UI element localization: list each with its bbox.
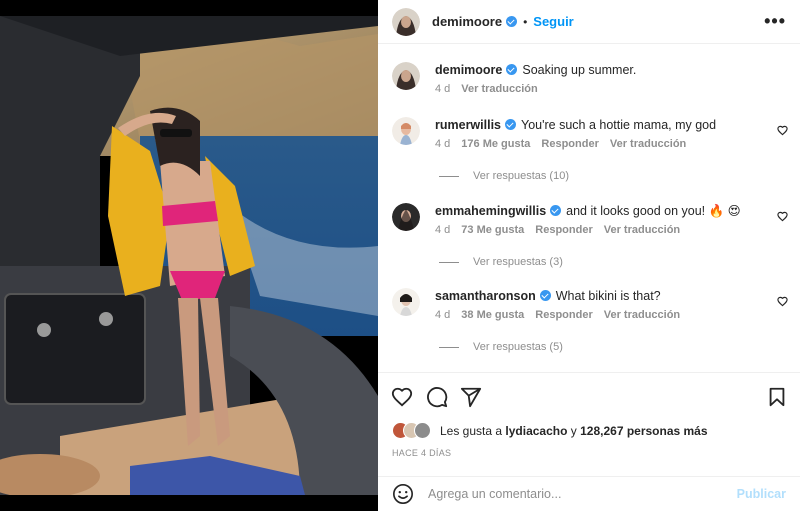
- view-replies-button[interactable]: Ver respuestas (3): [439, 256, 563, 268]
- commenter-avatar[interactable]: [392, 288, 420, 316]
- comment-text-line: rumerwillis You're such a hottie mama, my…: [435, 117, 768, 133]
- post-image: [0, 16, 378, 495]
- likes-connector: y: [570, 424, 577, 438]
- comment-age: 4 d: [435, 224, 451, 236]
- comment-translate-link[interactable]: Ver traducción: [604, 224, 680, 236]
- comment-bubble-icon[interactable]: [426, 386, 448, 408]
- author-avatar[interactable]: [392, 7, 420, 36]
- replies-divider-line: [439, 261, 459, 263]
- view-replies-button[interactable]: Ver respuestas (5): [439, 341, 563, 353]
- comment-likes-link[interactable]: 73 Me gusta: [461, 224, 524, 236]
- comment-text: You're such a hottie mama, my god: [521, 118, 717, 132]
- caption-body: demimoore Soaking up summer. 4 d Ver trad…: [435, 62, 768, 95]
- view-replies-button[interactable]: Ver respuestas (10): [439, 170, 569, 182]
- liker-avatar: [414, 422, 431, 439]
- comment-body: samantharonson What bikini is that? 4 d 3…: [435, 288, 768, 321]
- view-replies-label: Ver respuestas (10): [473, 170, 569, 182]
- comment-reply-button[interactable]: Responder: [535, 224, 592, 236]
- likes-user-link[interactable]: lydiacacho: [505, 424, 567, 438]
- comment-username[interactable]: emmahemingwillis: [435, 204, 546, 218]
- caption-text: Soaking up summer.: [522, 63, 637, 77]
- like-comment-heart-icon[interactable]: [777, 125, 788, 136]
- publish-button[interactable]: Publicar: [737, 487, 786, 501]
- post-timestamp[interactable]: HACE 4 DÍAS: [392, 448, 451, 458]
- caption-text-line: demimoore Soaking up summer.: [435, 62, 768, 78]
- verified-badge-icon: [506, 16, 518, 27]
- more-options-icon[interactable]: •••: [764, 11, 786, 32]
- emoji-icon[interactable]: [392, 483, 414, 505]
- caption-translate-link[interactable]: Ver traducción: [461, 83, 537, 95]
- comments-list[interactable]: demimoore Soaking up summer. 4 d Ver trad…: [378, 45, 800, 375]
- comment-item: emmahemingwillis and it looks good on you…: [392, 203, 788, 243]
- save-bookmark-icon[interactable]: [766, 386, 788, 408]
- verified-badge-icon: [505, 119, 516, 130]
- comment-composer: Publicar: [378, 476, 800, 511]
- comment-item: samantharonson What bikini is that? 4 d 3…: [392, 288, 788, 328]
- caption-meta: 4 d Ver traducción: [435, 83, 768, 95]
- comment-item: rumerwillis You're such a hottie mama, my…: [392, 117, 788, 157]
- comment-body: emmahemingwillis and it looks good on you…: [435, 203, 768, 236]
- comment-likes-link[interactable]: 38 Me gusta: [461, 309, 524, 321]
- comment-meta: 4 d 73 Me gusta Responder Ver traducción: [435, 224, 768, 236]
- comment-username[interactable]: rumerwillis: [435, 118, 501, 132]
- likes-prefix: Les gusta a: [440, 424, 503, 438]
- comment-reply-button[interactable]: Responder: [541, 138, 598, 150]
- share-paper-plane-icon[interactable]: [460, 386, 482, 408]
- replies-divider-line: [439, 346, 459, 348]
- comment-text-line: samantharonson What bikini is that?: [435, 288, 768, 304]
- comment-age: 4 d: [435, 309, 451, 321]
- post-header: demimoore • Seguir •••: [378, 0, 800, 44]
- comment-reply-button[interactable]: Responder: [535, 309, 592, 321]
- comment-text: and it looks good on you! 🔥 😍: [566, 204, 741, 218]
- like-heart-icon[interactable]: [391, 386, 413, 408]
- verified-badge-icon: [550, 205, 562, 216]
- author-username[interactable]: demimoore: [432, 14, 502, 29]
- post-photo[interactable]: [0, 16, 378, 495]
- commenter-avatar[interactable]: [392, 117, 420, 145]
- verified-badge-icon: [506, 64, 518, 75]
- comment-likes-link[interactable]: 176 Me gusta: [461, 138, 530, 150]
- commenter-avatar[interactable]: [392, 203, 420, 231]
- comment-meta: 4 d 38 Me gusta Responder Ver traducción: [435, 309, 768, 321]
- caption-age: 4 d: [435, 83, 451, 95]
- comment-text-line: emmahemingwillis and it looks good on you…: [435, 203, 768, 219]
- comment-translate-link[interactable]: Ver traducción: [610, 138, 686, 150]
- post-details-panel: demimoore • Seguir ••• demimoore Soaking …: [378, 0, 800, 511]
- follow-button[interactable]: Seguir: [533, 14, 573, 29]
- comment-age: 4 d: [435, 138, 451, 150]
- likes-count-link[interactable]: 128,267 personas más: [580, 424, 707, 438]
- view-replies-label: Ver respuestas (5): [473, 341, 563, 353]
- comment-input[interactable]: [428, 487, 737, 501]
- comment-body: rumerwillis You're such a hottie mama, my…: [435, 117, 768, 150]
- like-comment-heart-icon[interactable]: [777, 211, 788, 222]
- like-comment-heart-icon[interactable]: [777, 296, 788, 307]
- verified-badge-icon: [539, 290, 551, 301]
- separator-dot: •: [523, 14, 528, 29]
- caption-avatar[interactable]: [392, 62, 420, 90]
- comment-translate-link[interactable]: Ver traducción: [604, 309, 680, 321]
- post-modal: demimoore • Seguir ••• demimoore Soaking …: [0, 0, 800, 511]
- comment-meta: 4 d 176 Me gusta Responder Ver traducció…: [435, 138, 768, 150]
- caption-username[interactable]: demimoore: [435, 63, 502, 77]
- comment-text: What bikini is that?: [555, 289, 661, 303]
- caption: demimoore Soaking up summer. 4 d Ver trad…: [392, 62, 788, 102]
- replies-divider-line: [439, 175, 459, 177]
- post-actions-bar: [378, 372, 800, 418]
- view-replies-label: Ver respuestas (3): [473, 256, 563, 268]
- likes-summary: Les gusta a lydiacacho y 128,267 persona…: [392, 421, 786, 441]
- comment-username[interactable]: samantharonson: [435, 289, 536, 303]
- liker-avatars[interactable]: [392, 422, 432, 440]
